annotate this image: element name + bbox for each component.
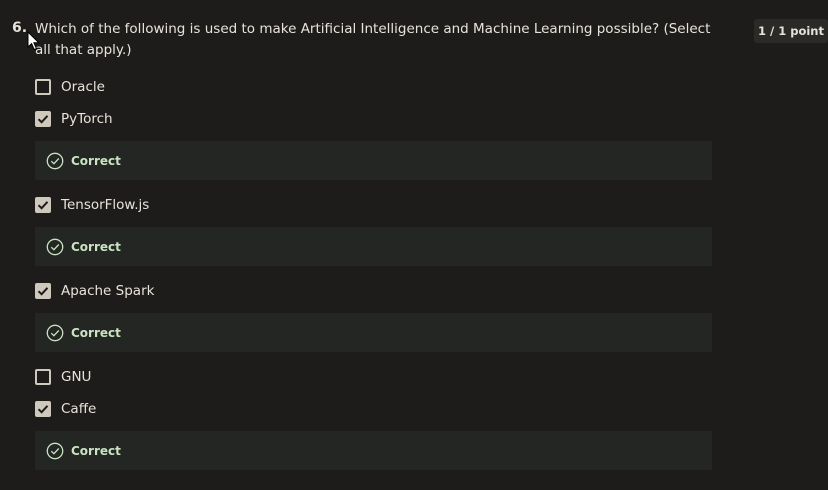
feedback-text: Correct <box>71 153 121 168</box>
quiz-question: 6. Which of the following is used to mak… <box>0 0 828 490</box>
check-circle-icon <box>46 152 64 169</box>
score-badge: 1 / 1 point <box>754 19 828 43</box>
options-list: Oracle PyTorch Correct TensorFlow.js Cor… <box>35 71 712 479</box>
question-text: Which of the following is used to make A… <box>35 21 711 58</box>
check-icon <box>37 201 49 210</box>
option-apache-spark[interactable]: Apache Spark <box>35 275 712 307</box>
feedback-correct: Correct <box>35 141 712 180</box>
option-tensorflow-js[interactable]: TensorFlow.js <box>35 189 712 221</box>
option-label: PyTorch <box>61 111 113 127</box>
mouse-pointer-icon <box>27 31 41 51</box>
option-label: TensorFlow.js <box>61 197 150 213</box>
checkbox[interactable] <box>35 369 51 385</box>
checkbox[interactable] <box>35 79 51 95</box>
checkbox[interactable] <box>35 401 51 417</box>
feedback-correct: Correct <box>35 313 712 352</box>
check-icon <box>37 405 49 414</box>
question-number: 6. <box>12 20 28 36</box>
feedback-correct: Correct <box>35 227 712 266</box>
checkbox[interactable] <box>35 283 51 299</box>
check-circle-icon <box>46 442 64 459</box>
option-label: GNU <box>61 369 92 385</box>
option-pytorch[interactable]: PyTorch <box>35 103 712 135</box>
option-oracle[interactable]: Oracle <box>35 71 712 103</box>
feedback-text: Correct <box>71 239 121 254</box>
check-circle-icon <box>46 238 64 255</box>
checkbox[interactable] <box>35 111 51 127</box>
option-gnu[interactable]: GNU <box>35 361 712 393</box>
check-icon <box>37 115 49 124</box>
option-label: Oracle <box>61 79 105 95</box>
option-label: Caffe <box>61 401 97 417</box>
feedback-text: Correct <box>71 443 121 458</box>
check-icon <box>37 287 49 296</box>
checkbox[interactable] <box>35 197 51 213</box>
feedback-text: Correct <box>71 325 121 340</box>
option-caffe[interactable]: Caffe <box>35 393 712 425</box>
feedback-correct: Correct <box>35 431 712 470</box>
option-label: Apache Spark <box>61 283 155 299</box>
check-circle-icon <box>46 324 64 341</box>
